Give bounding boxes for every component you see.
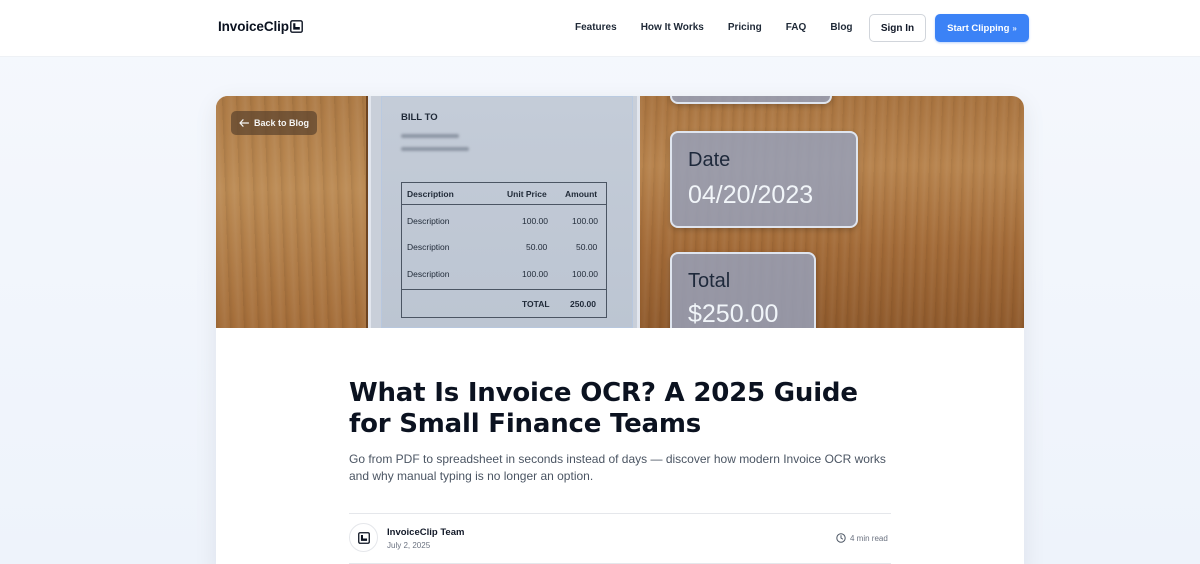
- nav-pricing[interactable]: Pricing: [728, 22, 762, 33]
- blurred-line: [401, 147, 469, 151]
- header-cell: Amount: [565, 189, 598, 199]
- back-to-blog-label: Back to Blog: [254, 118, 310, 128]
- arrow-left-icon: [239, 119, 249, 127]
- header-cell: Unit Price: [507, 189, 547, 199]
- nav-faq[interactable]: FAQ: [786, 22, 807, 33]
- article-subtitle: Go from PDF to spreadsheet in seconds in…: [349, 452, 886, 483]
- invoice-row: Description 100.00 100.00: [402, 210, 606, 232]
- date-tag-label: Date: [688, 149, 731, 171]
- start-clipping-label: Start Clipping: [947, 22, 1010, 34]
- cell: Description: [407, 216, 450, 226]
- top-navbar: InvoiceClip Features How It Works Pricin…: [0, 0, 1200, 57]
- nav-features[interactable]: Features: [575, 22, 617, 33]
- header-cell: Description: [407, 189, 454, 199]
- hero-image: BILL TO Description Unit Price Amount De…: [216, 96, 1024, 328]
- invoice-paper: BILL TO Description Unit Price Amount De…: [381, 96, 633, 328]
- invoice-table: Description Unit Price Amount Descriptio…: [401, 182, 607, 318]
- invoice-header-row: Description Unit Price Amount: [402, 183, 606, 205]
- invoice-row: Description 100.00 100.00: [402, 263, 606, 285]
- brand-logo[interactable]: InvoiceClip: [218, 19, 303, 34]
- clock-icon: [836, 533, 846, 543]
- author-avatar: [349, 523, 378, 552]
- invoice-total-row: TOTAL 250.00: [402, 289, 606, 318]
- meta-divider-top: [349, 513, 891, 514]
- nav-how-it-works[interactable]: How It Works: [641, 22, 704, 33]
- date-tag-value: 04/20/2023: [688, 181, 814, 209]
- read-time-label: 4 min read: [850, 533, 888, 543]
- invoice-row: Description 50.00 50.00: [402, 236, 606, 258]
- cell: 100.00: [572, 216, 598, 226]
- extracted-field-tag: [670, 96, 832, 104]
- chevrons-icon: »: [1012, 23, 1017, 33]
- sign-in-button[interactable]: Sign In: [869, 14, 926, 42]
- publish-date: July 2, 2025: [387, 541, 431, 550]
- article-card: BILL TO Description Unit Price Amount De…: [216, 96, 1024, 564]
- brand-name: InvoiceClip: [218, 19, 289, 34]
- back-to-blog-button[interactable]: Back to Blog: [231, 111, 318, 135]
- cell: 50.00: [526, 242, 548, 252]
- bill-to-label: BILL TO: [401, 112, 438, 123]
- clip-logo-icon: [357, 531, 370, 544]
- blurred-line: [401, 134, 459, 138]
- cell: 100.00: [572, 269, 598, 279]
- total-label: TOTAL: [522, 299, 550, 309]
- cell: 100.00: [522, 216, 548, 226]
- clip-logo-icon: [290, 20, 303, 33]
- read-time: 4 min read: [836, 533, 888, 543]
- total-tag-label: Total: [688, 270, 731, 292]
- total-tag-value: $250.00: [688, 300, 779, 328]
- total-field-tag: Total $250.00: [670, 252, 816, 328]
- article-title: What Is Invoice OCR? A 2025 Guide for Sm…: [349, 378, 858, 439]
- total-value: 250.00: [570, 299, 596, 309]
- author-name: InvoiceClip Team: [387, 527, 465, 538]
- start-clipping-button[interactable]: Start Clipping »: [935, 14, 1029, 42]
- cell: Description: [407, 242, 450, 252]
- main-nav: Features How It Works Pricing FAQ Blog: [575, 22, 877, 33]
- cell: Description: [407, 269, 450, 279]
- date-field-tag: Date 04/20/2023: [670, 131, 858, 228]
- nav-blog[interactable]: Blog: [830, 22, 852, 33]
- cell: 50.00: [576, 242, 598, 252]
- cell: 100.00: [522, 269, 548, 279]
